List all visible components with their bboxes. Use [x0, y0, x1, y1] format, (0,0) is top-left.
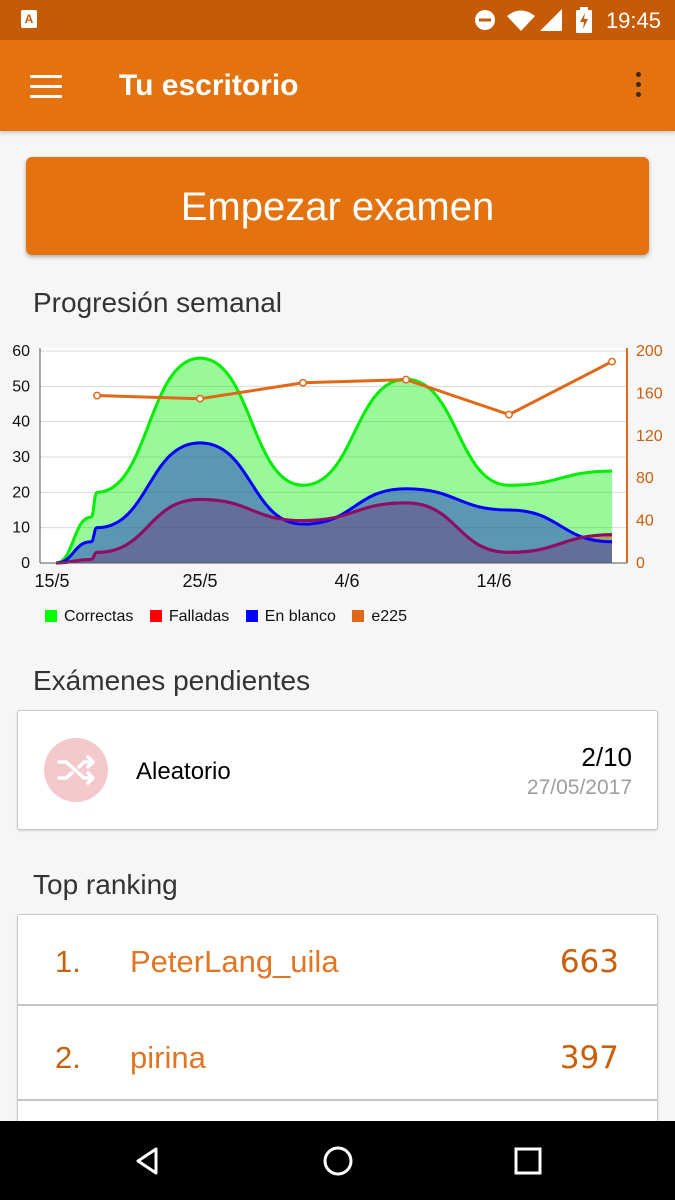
x-tick-label: 4/6 — [334, 571, 359, 590]
y-tick-label-right: 120 — [636, 428, 663, 445]
ranking-position: 2. — [55, 1040, 81, 1075]
ranking-position: 1. — [55, 944, 81, 979]
back-icon[interactable] — [128, 1141, 168, 1181]
x-tick-label: 25/5 — [182, 571, 217, 590]
notification-a-icon: A — [21, 10, 37, 28]
pending-exams-title: Exámenes pendientes — [33, 665, 311, 696]
ranking-row[interactable]: 1. PeterLang_uila 663 — [18, 915, 657, 1006]
chart-legend: Correctas Falladas En blanco e225 — [45, 608, 419, 626]
ranking-list: 1. PeterLang_uila 663 2. pirina 397 — [17, 914, 658, 1136]
ranking-score: 397 — [559, 1040, 619, 1076]
exam-name: Aleatorio — [136, 758, 231, 785]
ranking-user: pirina — [130, 1040, 206, 1075]
app-bar: Tu escritorio — [0, 40, 675, 131]
wifi-icon — [507, 10, 535, 31]
series-point-e225 — [93, 391, 101, 400]
do-not-disturb-icon — [475, 10, 495, 30]
legend-item-falladas: Falladas — [149, 608, 230, 626]
series-point-e225 — [505, 410, 513, 419]
weekly-progress-title: Progresión semanal — [33, 287, 283, 318]
legend-item-correctas: Correctas — [45, 608, 133, 626]
series-point-e225 — [402, 375, 410, 384]
battery-charging-icon — [576, 7, 592, 33]
y-tick-label-left: 20 — [12, 484, 30, 501]
home-icon[interactable] — [318, 1141, 358, 1181]
y-tick-label-right: 40 — [636, 513, 654, 530]
exam-progress: 2/10 — [581, 742, 632, 772]
exam-date: 27/05/2017 — [526, 776, 632, 799]
x-tick-label: 14/6 — [476, 571, 511, 590]
series-point-e225 — [196, 394, 204, 403]
y-tick-label-right: 160 — [636, 385, 663, 402]
y-tick-label-left: 0 — [21, 555, 30, 572]
legend-label: Correctas — [64, 608, 134, 625]
y-tick-label-right: 0 — [636, 555, 645, 572]
legend-swatch — [352, 610, 365, 622]
top-ranking-title: Top ranking — [33, 869, 178, 900]
legend-label: Falladas — [168, 608, 230, 625]
ranking-score: 663 — [559, 944, 619, 980]
recents-icon[interactable] — [508, 1141, 548, 1181]
legend-item-e225: e225 — [352, 608, 407, 626]
navigation-bar — [0, 1121, 675, 1200]
y-tick-label-right: 200 — [636, 343, 663, 360]
legend-swatch — [245, 610, 258, 622]
menu-icon[interactable] — [30, 75, 62, 98]
ranking-user: PeterLang_uila — [130, 944, 339, 979]
series-point-e225 — [608, 357, 616, 366]
legend-item-en-blanco: En blanco — [245, 608, 336, 626]
legend-swatch — [45, 610, 57, 622]
legend-swatch — [149, 610, 162, 622]
x-tick-label: 15/5 — [34, 571, 69, 590]
pending-exam-card[interactable]: Aleatorio 2/10 27/05/2017 — [17, 710, 658, 830]
signal-icon — [540, 9, 562, 31]
start-exam-button[interactable]: Empezar examen — [26, 157, 649, 255]
y-tick-label-left: 10 — [12, 520, 30, 537]
clock: 19:45 — [605, 8, 661, 33]
legend-label: En blanco — [264, 608, 336, 625]
status-bar: A 19:45 — [0, 0, 675, 40]
y-tick-label-left: 50 — [12, 378, 30, 395]
weekly-progress-chart: 0 10 20 30 40 50 60 0 40 80 120 160 200 15/5 25/5 4/6 14… — [12, 343, 663, 590]
shuffle-icon — [44, 738, 108, 802]
series-point-e225 — [299, 378, 307, 387]
ranking-row[interactable]: 2. pirina 397 — [18, 1006, 657, 1101]
legend-label: e225 — [371, 608, 407, 625]
more-vert-icon[interactable] — [632, 72, 644, 102]
y-tick-label-right: 80 — [636, 470, 654, 487]
y-tick-label-left: 60 — [12, 343, 30, 360]
page-title: Tu escritorio — [119, 69, 299, 102]
y-tick-label-left: 40 — [12, 414, 30, 431]
y-tick-label-left: 30 — [12, 449, 30, 466]
